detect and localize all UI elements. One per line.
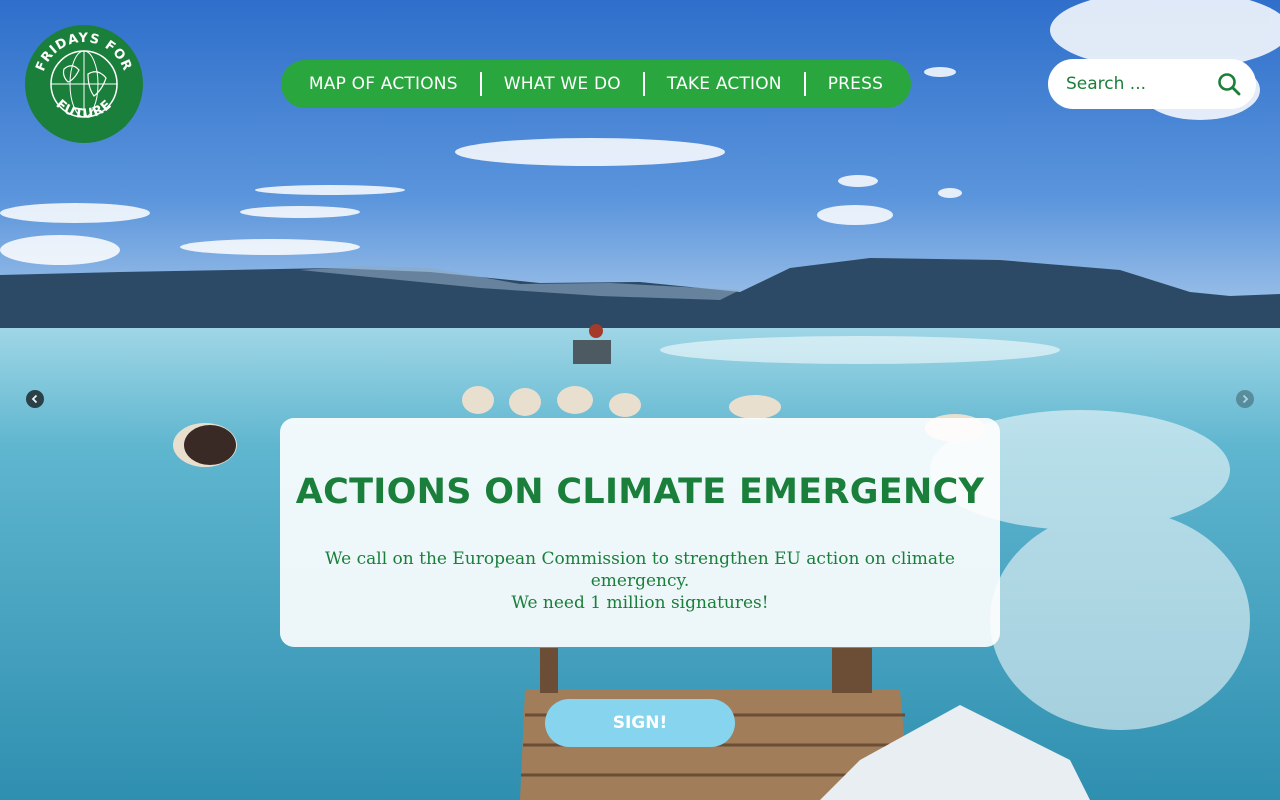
fridays-for-future-logo[interactable]: FRIDAYS FOR FUTURE — [24, 24, 144, 144]
chevron-right-icon — [1242, 394, 1249, 404]
chevron-left-icon — [31, 394, 38, 404]
main-nav: MAP OF ACTIONS WHAT WE DO TAKE ACTION PR… — [281, 60, 911, 108]
hero-photo — [0, 0, 1280, 800]
nav-item-take-action[interactable]: TAKE ACTION — [645, 74, 804, 94]
search-box — [1048, 59, 1256, 109]
search-input[interactable] — [1064, 73, 1208, 95]
logo-globe-icon: FRIDAYS FOR FUTURE — [25, 25, 143, 143]
sign-button[interactable]: SIGN! — [545, 699, 735, 747]
carousel-prev-button[interactable] — [26, 390, 44, 408]
hero-description-line-1: We call on the European Commission to st… — [325, 549, 955, 591]
hero-description: We call on the European Commission to st… — [280, 548, 1000, 614]
hero-card: ACTIONS ON CLIMATE EMERGENCY We call on … — [280, 418, 1000, 647]
hero-title: ACTIONS ON CLIMATE EMERGENCY — [295, 472, 985, 512]
nav-item-what-we-do[interactable]: WHAT WE DO — [482, 74, 643, 94]
search-icon[interactable] — [1216, 71, 1242, 97]
nav-item-press[interactable]: PRESS — [806, 74, 905, 94]
carousel-next-button[interactable] — [1236, 390, 1254, 408]
nav-item-map-of-actions[interactable]: MAP OF ACTIONS — [287, 74, 480, 94]
hero-description-line-2: We need 1 million signatures! — [511, 593, 769, 613]
hero-background — [0, 0, 1280, 800]
